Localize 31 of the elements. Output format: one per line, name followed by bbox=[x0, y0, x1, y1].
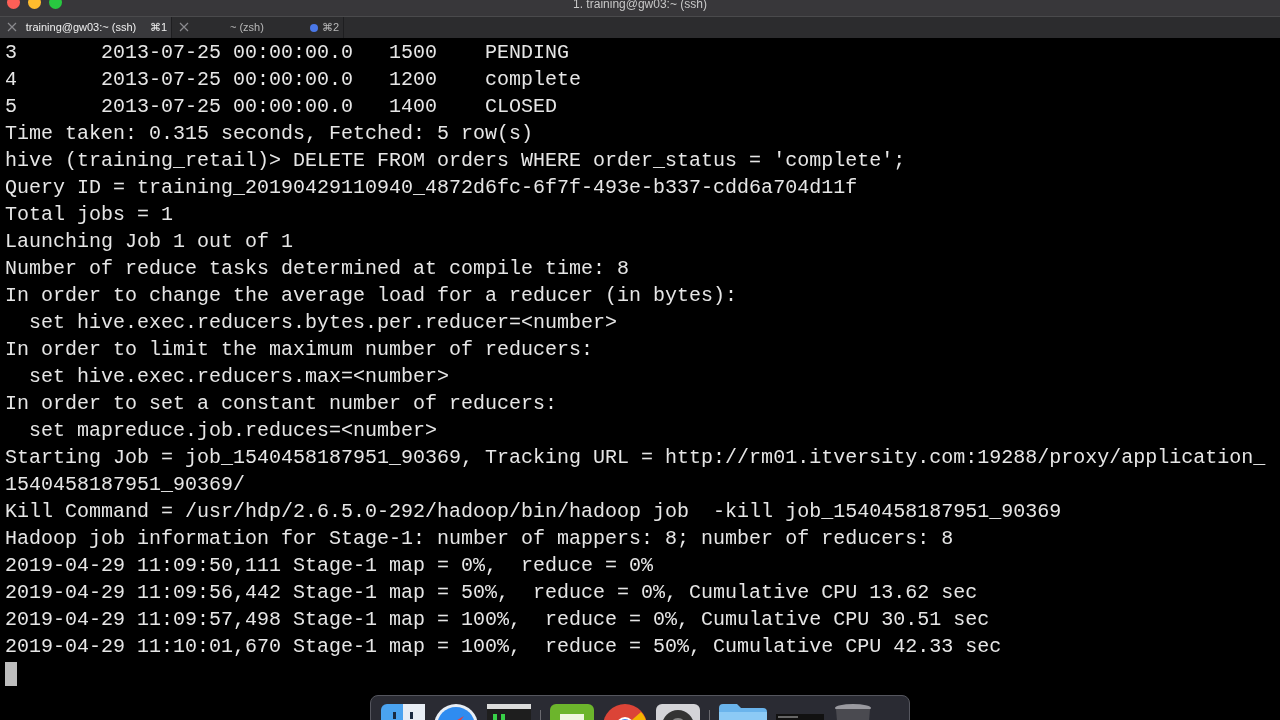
terminal-line: 2019-04-29 11:09:50,111 Stage-1 map = 0%, reduce = 0% bbox=[5, 553, 654, 579]
terminal-line: Total jobs = 1 bbox=[5, 202, 174, 228]
shortcut-label: ⌘2 bbox=[321, 20, 339, 36]
close-icon[interactable] bbox=[7, 22, 17, 32]
terminal-line: Launching Job 1 out of 1 bbox=[5, 229, 294, 255]
terminal-line: 2019-04-29 11:09:56,442 Stage-1 map = 50%, reduce = 0%, Cumulative CPU 13.62 sec bbox=[5, 580, 978, 606]
tab-label: training@gw03:~ (ssh) bbox=[25, 20, 137, 36]
terminal-line: In order to limit the maximum number of reducers: bbox=[5, 337, 594, 363]
terminal-line: set hive.exec.reducers.bytes.per.reducer=<number> bbox=[28, 310, 618, 336]
terminal-line: Time taken: 0.315 seconds, Fetched: 5 row(s) bbox=[5, 121, 534, 147]
tab-label: ~ (zsh) bbox=[229, 20, 264, 36]
terminal-line: Kill Command = /usr/hdp/2.6.5.0-292/hadoop/bin/hadoop job -kill job_1540458187951_90369 bbox=[5, 499, 1062, 525]
tab[interactable]: training@gw03:~ (ssh) ⌘1 bbox=[0, 17, 172, 38]
terminal-line: 3 2013-07-25 00:00:00.0 1500 PENDING bbox=[5, 40, 570, 66]
shortcut-label: ⌘1 bbox=[149, 20, 167, 36]
terminal-line: 4 2013-07-25 00:00:00.0 1200 complete bbox=[5, 67, 582, 93]
terminal-line: 1540458187951_90369/ bbox=[5, 472, 246, 498]
terminal-line: 2019-04-29 11:09:57,498 Stage-1 map = 100%, reduce = 0%, Cumulative CPU 30.51 sec bbox=[5, 607, 990, 633]
terminal-line: hive (training_retail)> DELETE FROM orders WHERE order_status = 'complete'; bbox=[5, 148, 906, 174]
terminal-line: set mapreduce.job.reduces=<number> bbox=[28, 418, 438, 444]
terminal-line: Hadoop job information for Stage-1: number of mappers: 8; number of reducers: 8 bbox=[5, 526, 954, 552]
terminal-line: Starting Job = job_1540458187951_90369, Tracking URL = http://rm01.itversity.com:19288/proxy/application_ bbox=[5, 445, 1266, 471]
window-title: 1. training@gw03:~ (ssh) bbox=[573, 0, 707, 10]
terminal-line: In order to set a constant number of reducers: bbox=[5, 391, 558, 417]
terminal-line: Query ID = training_20190429110940_4872d6fc-6f7f-493e-b337-cdd6a704d11f bbox=[5, 175, 858, 201]
terminal-line: In order to change the average load for a reducer (in bytes): bbox=[5, 283, 738, 309]
close-icon[interactable] bbox=[179, 22, 189, 32]
terminal-line: Number of reduce tasks determined at compile time: 8 bbox=[5, 256, 630, 282]
terminal-line: set hive.exec.reducers.max=<number> bbox=[28, 364, 450, 390]
terminal-line: 2019-04-29 11:10:01,670 Stage-1 map = 100%, reduce = 50%, Cumulative CPU 42.33 sec bbox=[5, 634, 1002, 660]
terminal-line: 5 2013-07-25 00:00:00.0 1400 CLOSED bbox=[5, 94, 558, 120]
